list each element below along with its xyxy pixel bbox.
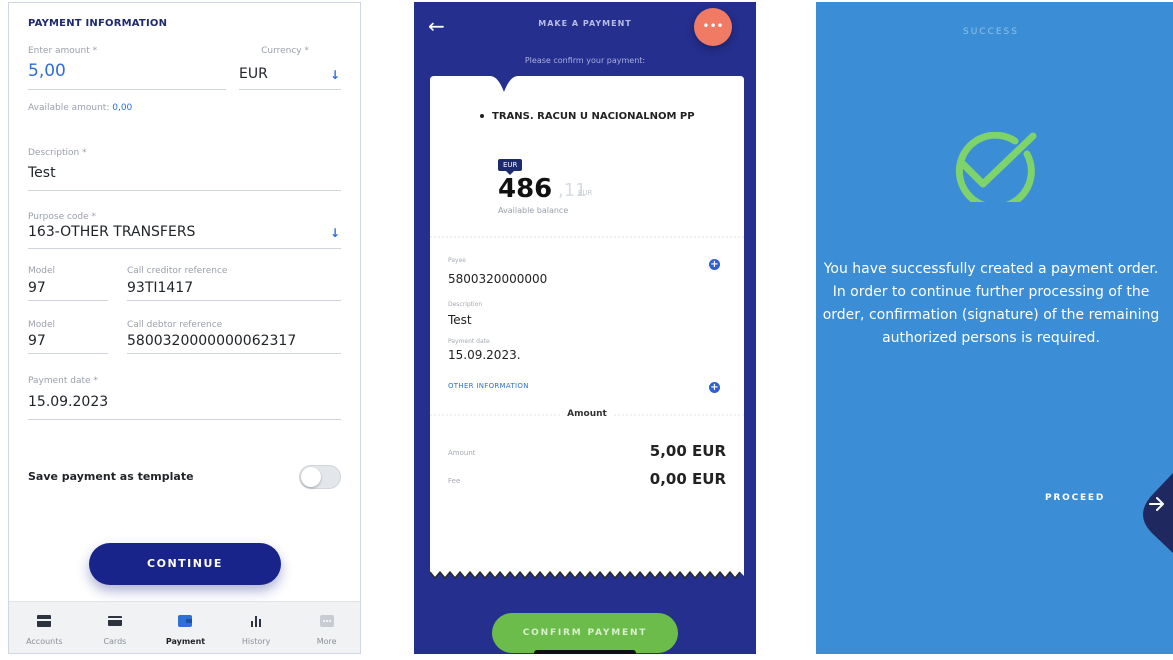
fee-value: 0,00 EUR — [649, 470, 726, 488]
receipt-paper — [430, 76, 744, 580]
model2-input[interactable]: 97 — [28, 333, 46, 349]
amount-input[interactable]: 5,00 — [28, 61, 66, 81]
currency-dropdown-icon[interactable]: ↓ — [330, 69, 340, 81]
tab-more[interactable]: More — [291, 602, 360, 653]
other-information-link[interactable]: OTHER INFORMATION — [448, 382, 529, 390]
tab-label: Payment — [165, 637, 206, 646]
model2-label: Model — [28, 320, 56, 330]
available-prefix: Available amount: — [28, 103, 110, 113]
payee-label: Payee — [448, 257, 466, 264]
save-template-toggle[interactable] — [299, 465, 341, 489]
save-template-label: Save payment as template — [28, 470, 194, 483]
model1-label: Model — [28, 266, 56, 276]
more-icon — [319, 615, 334, 627]
tab-label: History — [241, 637, 271, 646]
tab-payment[interactable]: Payment — [150, 602, 221, 653]
amount-label: Amount — [448, 449, 476, 457]
fee-label: Fee — [448, 477, 461, 485]
more-options-button[interactable]: ••• — [694, 8, 732, 46]
balance-label: Available balance — [498, 206, 569, 215]
amount-label: Enter amount * — [28, 46, 98, 56]
payment-date-label: Payment date * — [28, 376, 98, 386]
model1-input[interactable]: 97 — [28, 280, 46, 296]
purpose-dropdown-icon[interactable]: ↓ — [330, 227, 340, 239]
purpose-code-label: Purpose code * — [28, 212, 97, 222]
debtor-reference-underline — [127, 353, 341, 354]
balance-integer: 486 — [498, 174, 553, 204]
currency-label: Currency * — [261, 46, 309, 56]
model1-underline — [28, 300, 108, 301]
tab-label: More — [316, 637, 337, 646]
payment-date-value: 15.09.2023. — [448, 348, 521, 362]
success-screen: SUCCESS You have successfully created a … — [816, 2, 1173, 654]
currency-select[interactable]: EUR — [239, 66, 268, 82]
success-title: SUCCESS — [963, 27, 1019, 37]
description-value: Test — [448, 313, 472, 327]
available-value: 0,00 — [112, 103, 133, 113]
payment-date-underline — [28, 419, 341, 420]
card-icon — [107, 616, 122, 626]
wallet-icon — [37, 615, 52, 627]
payee-expand-icon[interactable]: + — [709, 259, 720, 270]
tab-label: Cards — [103, 637, 127, 646]
checkmark-icon — [955, 132, 1037, 202]
debtor-reference-input[interactable]: 5800320000000062317 — [127, 333, 296, 349]
debtor-reference-label: Call debtor reference — [127, 320, 223, 330]
amount-section-header: Amount — [430, 409, 744, 419]
purpose-code-select[interactable]: 163-OTHER TRANSFERS — [28, 224, 195, 240]
success-message: You have successfully created a payment … — [822, 261, 1160, 346]
description-input[interactable]: Test — [28, 165, 56, 181]
description-label: Description * — [28, 148, 87, 158]
tab-cards[interactable]: Cards — [80, 602, 151, 653]
confirm-payment-screen: ← MAKE A PAYMENT ••• Please confirm your… — [414, 2, 756, 654]
tab-label: Accounts — [26, 637, 63, 646]
other-info-expand-icon[interactable]: + — [709, 382, 720, 393]
amount-underline — [28, 89, 226, 90]
payment-date-input[interactable]: 15.09.2023 — [28, 394, 108, 410]
balance-currency: EUR — [578, 189, 593, 197]
confirm-subtitle: Please confirm your payment: — [524, 56, 646, 65]
folder-icon — [178, 615, 193, 627]
confirm-payment-button[interactable]: CONFIRM PAYMENT — [492, 613, 678, 653]
purpose-underline — [28, 248, 341, 249]
continue-button[interactable]: CONTINUE — [89, 543, 281, 585]
model2-underline — [28, 353, 108, 354]
payee-value: 5800320000000 — [448, 272, 548, 286]
bottom-tab-bar: Accounts Cards Payment History More — [9, 601, 360, 653]
bar-chart-icon — [251, 616, 262, 627]
currency-badge: EUR — [498, 159, 523, 175]
creditor-reference-label: Call creditor reference — [127, 266, 228, 276]
toggle-knob — [301, 467, 321, 487]
amount-value: 5,00 EUR — [649, 442, 726, 460]
proceed-button[interactable] — [1132, 473, 1173, 553]
payment-form-screen: PAYMENT INFORMATION Enter amount * 5,00 … — [8, 2, 361, 654]
creditor-reference-underline — [127, 300, 341, 301]
amount-header-text: Amount — [561, 409, 613, 419]
bullet-icon — [480, 114, 484, 118]
creditor-reference-input[interactable]: 93TI1417 — [127, 280, 193, 296]
home-indicator — [534, 650, 636, 654]
currency-underline — [239, 89, 341, 90]
proceed-label[interactable]: PROCEED — [1045, 493, 1105, 503]
section-title: PAYMENT INFORMATION — [28, 18, 168, 29]
description-label: Description — [448, 301, 483, 308]
payment-receipt: TRANS. RACUN U NACIONALNOM PP EUR 486 ,1… — [430, 76, 744, 581]
tab-accounts[interactable]: Accounts — [9, 602, 80, 653]
description-underline — [28, 190, 341, 191]
tab-history[interactable]: History — [221, 602, 292, 653]
payment-date-label: Payment date — [448, 338, 490, 345]
account-name[interactable]: TRANS. RACUN U NACIONALNOM PP — [492, 111, 695, 122]
available-amount: Available amount: 0,00 — [28, 103, 132, 113]
